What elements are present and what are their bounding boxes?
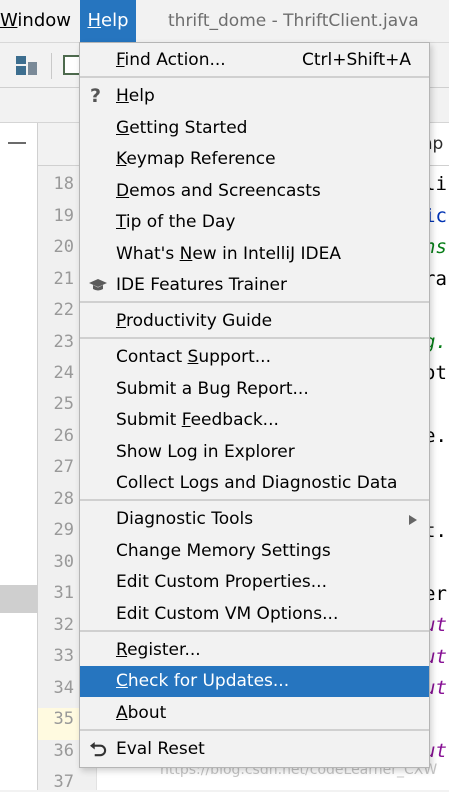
question-icon: ? bbox=[90, 85, 102, 107]
line-number: 18 bbox=[53, 174, 74, 194]
line-number: 20 bbox=[53, 237, 74, 257]
line-number: 23 bbox=[53, 332, 74, 352]
menu-item-keymap-reference[interactable]: Keymap Reference bbox=[80, 144, 429, 175]
menu-item-diagnostic-tools[interactable]: Diagnostic Tools bbox=[80, 504, 429, 535]
line-number: 26 bbox=[53, 426, 74, 446]
menu-item-label: Tip of the Day bbox=[116, 212, 236, 232]
line-number: 31 bbox=[53, 583, 74, 603]
menu-window[interactable]: Window bbox=[0, 0, 77, 42]
menu-help-label: elp bbox=[101, 10, 129, 31]
menu-item-contact-support[interactable]: Contact Support... bbox=[80, 342, 429, 373]
menu-window-mnemonic: W bbox=[0, 10, 18, 31]
menu-item-getting-started[interactable]: Getting Started bbox=[80, 113, 429, 144]
menu-help[interactable]: Help bbox=[80, 0, 136, 42]
menu-item-label: Change Memory Settings bbox=[116, 541, 331, 561]
menu-separator bbox=[80, 76, 429, 78]
menu-separator bbox=[80, 499, 429, 501]
menu-item-change-memory-settings[interactable]: Change Memory Settings bbox=[80, 536, 429, 567]
menu-item-label: Edit Custom Properties... bbox=[116, 572, 327, 592]
menu-item-find-action[interactable]: Find Action... Ctrl+Shift+A bbox=[80, 45, 429, 76]
menu-item-check-for-updates[interactable]: Check for Updates... bbox=[80, 666, 429, 697]
line-number: 24 bbox=[53, 363, 74, 383]
line-number: 29 bbox=[53, 520, 74, 540]
menu-item-register[interactable]: Register... bbox=[80, 635, 429, 666]
menu-item-label: IDE Features Trainer bbox=[116, 275, 287, 295]
menu-item-label: Show Log in Explorer bbox=[116, 442, 295, 462]
menu-item-label: Diagnostic Tools bbox=[116, 509, 254, 529]
panel-scrollbar[interactable] bbox=[0, 585, 37, 613]
menu-item-demos-and-screencasts[interactable]: Demos and Screencasts bbox=[80, 176, 429, 207]
line-number: 36 bbox=[53, 741, 74, 761]
line-number: 35 bbox=[53, 709, 74, 729]
menu-window-label: indow bbox=[17, 10, 71, 31]
menu-item-shortcut: Ctrl+Shift+A bbox=[301, 50, 411, 70]
line-number: 19 bbox=[53, 206, 74, 226]
menu-item-submit-a-bug-report[interactable]: Submit a Bug Report... bbox=[80, 374, 429, 405]
line-number: 27 bbox=[53, 457, 74, 477]
line-number: 25 bbox=[53, 394, 74, 414]
project-panel bbox=[0, 123, 38, 790]
menu-item-label: Find Action... bbox=[116, 50, 226, 70]
line-number: 32 bbox=[53, 615, 74, 635]
menu-separator bbox=[80, 301, 429, 303]
menu-item-label: Register... bbox=[116, 640, 201, 660]
menu-item-label: What's New in IntelliJ IDEA bbox=[116, 244, 341, 264]
line-number: 33 bbox=[53, 646, 74, 666]
menu-item-label: Productivity Guide bbox=[116, 311, 273, 331]
menu-item-label: Check for Updates... bbox=[116, 671, 290, 691]
menu-item-label: Eval Reset bbox=[116, 739, 205, 759]
line-number: 34 bbox=[53, 678, 74, 698]
menu-item-edit-custom-properties[interactable]: Edit Custom Properties... bbox=[80, 567, 429, 598]
menu-separator bbox=[80, 729, 429, 731]
line-number: 28 bbox=[53, 489, 74, 509]
reset-arrow-icon bbox=[90, 741, 107, 757]
menu-item-eval-reset[interactable]: Eval Reset bbox=[80, 734, 429, 765]
menu-item-productivity-guide[interactable]: Productivity Guide bbox=[80, 306, 429, 337]
window-title: thrift_dome - ThriftClient.java bbox=[168, 11, 419, 31]
menu-item-edit-custom-vm-options[interactable]: Edit Custom VM Options... bbox=[80, 599, 429, 630]
line-number: 22 bbox=[53, 300, 74, 320]
menu-item-label: Submit a Bug Report... bbox=[116, 379, 309, 399]
line-number: 21 bbox=[53, 269, 74, 289]
menu-item-help[interactable]: ? Help bbox=[80, 81, 429, 112]
menu-separator bbox=[80, 337, 429, 339]
submenu-arrow-icon bbox=[409, 515, 417, 525]
menu-item-label: Demos and Screencasts bbox=[116, 181, 321, 201]
toolbar-separator bbox=[51, 53, 52, 79]
menu-item-label: Edit Custom VM Options... bbox=[116, 604, 339, 624]
menu-item-label: Help bbox=[116, 86, 155, 106]
menu-item-label: About bbox=[116, 703, 167, 723]
menu-item-ide-features-trainer[interactable]: IDE Features Trainer bbox=[80, 270, 429, 301]
menu-separator bbox=[80, 630, 429, 632]
menu-item-collect-logs-and-diagnostic-data[interactable]: Collect Logs and Diagnostic Data bbox=[80, 468, 429, 499]
collapse-icon[interactable] bbox=[8, 142, 26, 144]
menu-item-label: Getting Started bbox=[116, 118, 248, 138]
menu-item-tip-of-the-day[interactable]: Tip of the Day bbox=[80, 207, 429, 238]
menu-item-label: Keymap Reference bbox=[116, 149, 276, 169]
menu-item-about[interactable]: About bbox=[80, 698, 429, 729]
help-menu: Find Action... Ctrl+Shift+A? Help Getting S… bbox=[79, 42, 430, 768]
menu-bar: Window Help thrift_dome - ThriftClient.j… bbox=[0, 0, 449, 43]
line-number: 37 bbox=[53, 772, 74, 792]
project-structure-icon[interactable] bbox=[16, 56, 38, 76]
graduation-cap-icon bbox=[89, 279, 107, 291]
line-number: 30 bbox=[53, 552, 74, 572]
menu-item-what-s-new-in-intellij-idea[interactable]: What's New in IntelliJ IDEA bbox=[80, 239, 429, 270]
menu-help-mnemonic: H bbox=[87, 10, 102, 31]
menu-item-label: Submit Feedback... bbox=[116, 410, 279, 430]
menu-item-label: Collect Logs and Diagnostic Data bbox=[116, 473, 398, 493]
menu-item-submit-feedback[interactable]: Submit Feedback... bbox=[80, 405, 429, 436]
menu-item-show-log-in-explorer[interactable]: Show Log in Explorer bbox=[80, 437, 429, 468]
menu-item-label: Contact Support... bbox=[116, 347, 271, 367]
